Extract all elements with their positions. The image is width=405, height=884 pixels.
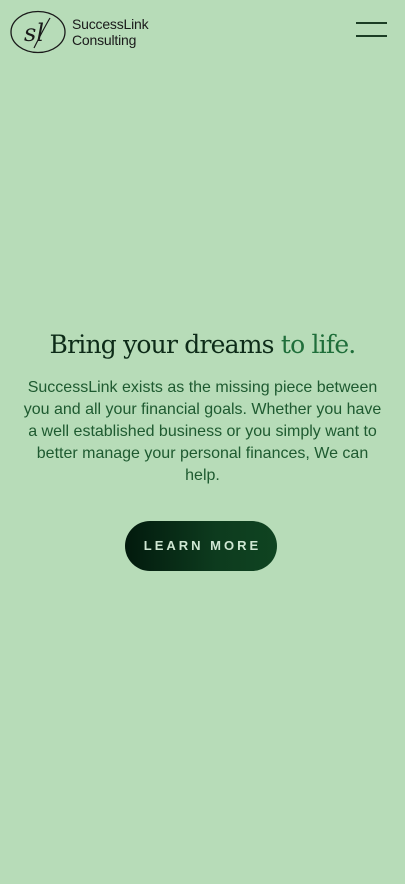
site-header: sl SuccessLink Consulting xyxy=(0,0,405,64)
logo-link[interactable]: sl SuccessLink Consulting xyxy=(10,10,150,54)
menu-bar-top xyxy=(356,22,387,24)
logo-monogram-icon: sl xyxy=(10,10,66,54)
hero-title: Bring your dreams to life. xyxy=(0,327,405,363)
logo-line-1: SuccessLink xyxy=(72,16,149,32)
hero-title-accent: to life. xyxy=(280,330,356,359)
logo-line-2: Consulting xyxy=(72,32,137,48)
hamburger-menu-icon[interactable] xyxy=(356,20,388,40)
hero-title-main: Bring your dreams xyxy=(49,330,275,359)
logo-wordmark: SuccessLink Consulting xyxy=(72,16,149,48)
hero-section: Bring your dreams to life. SuccessLink e… xyxy=(0,327,405,487)
hero-description: SuccessLink exists as the missing piece … xyxy=(23,379,382,484)
learn-more-button[interactable]: LEARN MORE xyxy=(125,521,277,571)
menu-bar-bottom xyxy=(356,35,387,37)
